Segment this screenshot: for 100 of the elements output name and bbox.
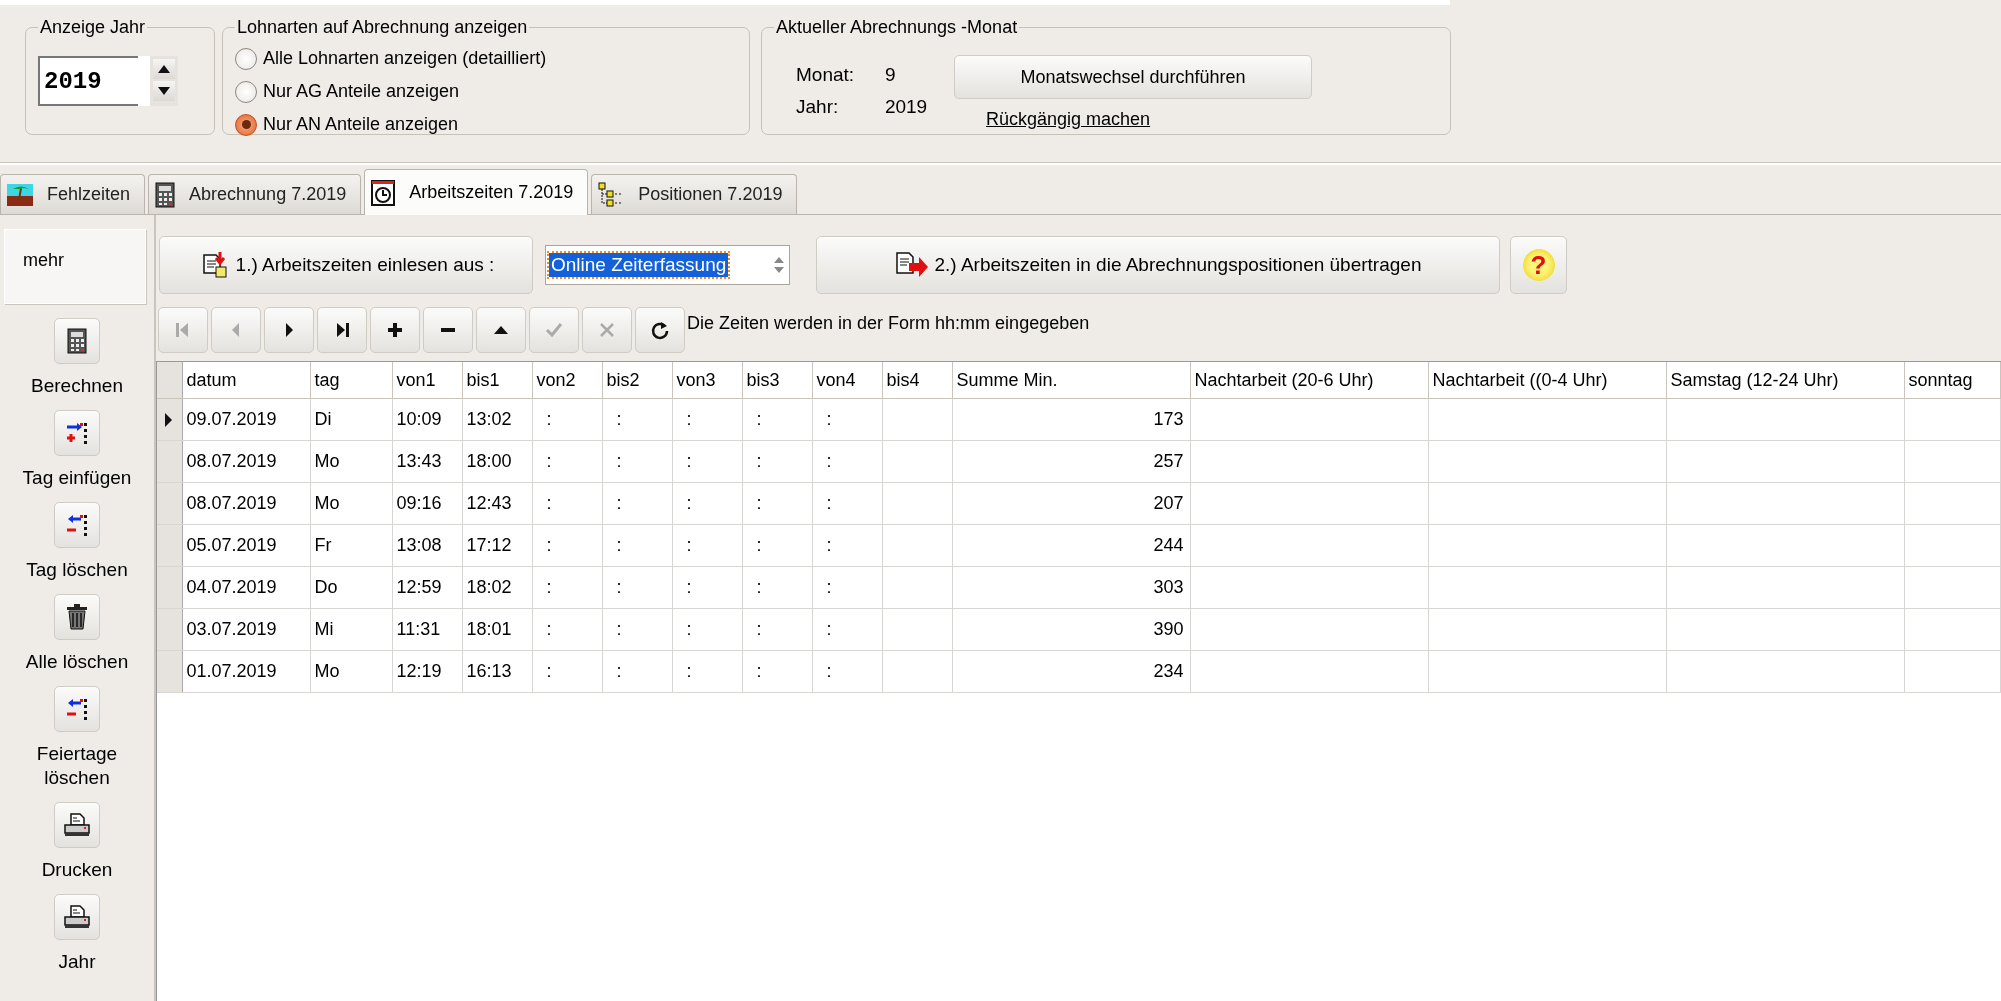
table-cell: :	[602, 440, 672, 483]
sidebar-button[interactable]	[54, 802, 100, 848]
column-header[interactable]: datum	[182, 362, 310, 399]
edit-record-button[interactable]	[476, 307, 526, 353]
up-button[interactable]	[153, 59, 175, 79]
column-header[interactable]: bis3	[742, 362, 812, 399]
document-arrow-icon	[201, 251, 230, 279]
month-value: 9	[884, 64, 896, 86]
table-cell: Mo	[310, 440, 392, 483]
beach-icon	[7, 183, 33, 206]
month-label: Monat:	[796, 64, 856, 86]
table-cell: 13:02	[462, 398, 532, 441]
help-button[interactable]: ?	[1510, 236, 1567, 294]
table-row[interactable]: 08.07.2019 Mo 13:43 18:00 : : : : : 257	[157, 440, 2000, 483]
radio-button[interactable]	[235, 47, 257, 70]
column-header[interactable]: Summe Min.	[952, 362, 1190, 399]
column-header[interactable]: sonntag	[1904, 362, 2000, 399]
table-cell: :	[812, 608, 882, 651]
column-header[interactable]: bis1	[462, 362, 532, 399]
last-record-button[interactable]	[317, 307, 367, 353]
table-row[interactable]: 08.07.2019 Mo 09:16 12:43 : : : : : 207	[157, 482, 2000, 525]
table-cell: :	[602, 650, 672, 693]
radio-button[interactable]	[235, 80, 257, 103]
sidebar-button[interactable]	[54, 502, 100, 548]
add-record-button[interactable]	[370, 307, 420, 353]
printer-icon	[64, 813, 90, 837]
column-header[interactable]: von3	[672, 362, 742, 399]
radio-label[interactable]: Alle Lohnarten anzeigen (detailliert)	[263, 48, 547, 69]
table-cell: :	[602, 482, 672, 525]
table-row[interactable]: 01.07.2019 Mo 12:19 16:13 : : : : : 234	[157, 650, 2000, 693]
table-cell: :	[532, 566, 602, 609]
tab[interactable]: Arbeitszeiten 7.2019	[364, 169, 589, 215]
sidebar-button[interactable]	[54, 686, 100, 732]
table-cell: :	[812, 398, 882, 441]
down-button[interactable]	[153, 81, 175, 101]
column-header[interactable]: Nachtarbeit ((0-4 Uhr)	[1428, 362, 1666, 399]
source-select[interactable]: Online Zeiterfassung	[545, 245, 790, 285]
import-button[interactable]: 1.) Arbeitszeiten einlesen aus :	[159, 236, 533, 294]
table-cell: :	[672, 524, 742, 567]
table-cell: Di	[310, 398, 392, 441]
sidebar-label: Jahr	[57, 950, 97, 974]
sidebar-label: Drucken	[40, 858, 114, 882]
table-cell: Mi	[310, 608, 392, 651]
table-cell: 12:43	[462, 482, 532, 525]
column-header[interactable]: Samstag (12-24 Uhr)	[1666, 362, 1904, 399]
sidebar-button[interactable]	[54, 410, 100, 456]
tab[interactable]: Positionen 7.2019	[591, 174, 798, 214]
column-header[interactable]: von2	[532, 362, 602, 399]
table-cell: :	[672, 398, 742, 441]
radio-label[interactable]: Nur AN Anteile anzeigen	[263, 114, 459, 135]
refresh-icon	[650, 320, 670, 340]
table-cell: :	[812, 566, 882, 609]
more-tab[interactable]: mehr	[4, 229, 146, 304]
sidebar-button[interactable]	[54, 894, 100, 940]
table-cell: 05.07.2019	[182, 524, 310, 567]
column-header[interactable]: von4	[812, 362, 882, 399]
arrow-minus-icon	[65, 513, 89, 537]
calculator-icon	[67, 328, 87, 354]
document-arrow-icon	[894, 251, 929, 279]
year-label: Jahr:	[796, 96, 840, 118]
table-cell: :	[672, 650, 742, 693]
undo-link[interactable]: Rückgängig machen	[986, 109, 1151, 130]
table-cell: 09.07.2019	[182, 398, 310, 441]
refresh-button[interactable]	[635, 307, 685, 353]
table-cell: :	[532, 482, 602, 525]
table-cell: :	[672, 482, 742, 525]
table-cell: 244	[952, 524, 1190, 567]
tab[interactable]: Fehlzeiten	[0, 174, 146, 214]
column-header[interactable]: bis2	[602, 362, 672, 399]
table-cell: :	[742, 524, 812, 567]
sidebar-button[interactable]	[54, 594, 100, 640]
table-cell: 10:09	[392, 398, 462, 441]
table-row[interactable]: 04.07.2019 Do 12:59 18:02 : : : : : 303	[157, 566, 2000, 609]
year-field[interactable]: 2019	[38, 56, 138, 106]
radio-button[interactable]	[235, 113, 257, 136]
arrow-plus-icon	[65, 421, 89, 445]
radio-label[interactable]: Nur AG Anteile anzeigen	[263, 81, 460, 102]
column-header[interactable]: von1	[392, 362, 462, 399]
column-header[interactable]: tag	[310, 362, 392, 399]
table-cell: :	[532, 440, 602, 483]
table-cell: 08.07.2019	[182, 482, 310, 525]
up-triangle-icon	[494, 326, 508, 334]
table-cell: :	[532, 608, 602, 651]
sidebar-button[interactable]	[54, 318, 100, 364]
up-arrow-icon	[158, 65, 170, 73]
column-header[interactable]: bis4	[882, 362, 952, 399]
table-cell: 234	[952, 650, 1190, 693]
table-cell: :	[672, 566, 742, 609]
plus-icon	[388, 323, 402, 337]
column-header[interactable]: Nachtarbeit (20-6 Uhr)	[1190, 362, 1428, 399]
next-record-button[interactable]	[264, 307, 314, 353]
month-change-button[interactable]: Monatswechsel durchführen	[954, 55, 1312, 99]
table-cell: 390	[952, 608, 1190, 651]
tab[interactable]: Abrechnung 7.2019	[148, 174, 362, 214]
delete-record-button[interactable]	[423, 307, 473, 353]
check-icon	[544, 320, 564, 340]
transfer-button[interactable]: 2.) Arbeitszeiten in die Abrechnungspositionen übertragen	[816, 236, 1500, 294]
table-row[interactable]: 03.07.2019 Mi 11:31 18:01 : : : : : 390	[157, 608, 2000, 651]
table-row[interactable]: 05.07.2019 Fr 13:08 17:12 : : : : : 244	[157, 524, 2000, 567]
table-cell: :	[742, 650, 812, 693]
